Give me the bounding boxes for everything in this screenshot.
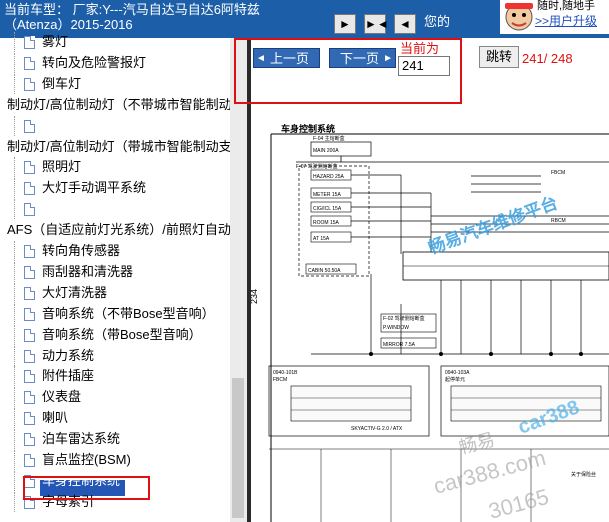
sidebar-item-label: 泊车雷达系统 <box>42 431 121 447</box>
diagram-title: 车身控制系统 <box>281 123 335 134</box>
selection-annotation-box <box>23 476 150 500</box>
tree-connector-line <box>14 178 15 199</box>
upgrade-link[interactable]: >>用户升级 <box>535 12 597 29</box>
header-hint-text: 您的 <box>424 14 451 29</box>
sidebar-item-label: 制动灯/高位制动灯（不带城市智能制动 <box>7 96 232 112</box>
sidebar-item-label: 音响系统（带Bose型音响） <box>42 326 202 342</box>
document-icon <box>24 307 35 321</box>
tree-connector-line <box>14 429 15 450</box>
tree-connector-line <box>14 408 15 429</box>
tree-connector-line <box>14 366 15 387</box>
tree-connector-line <box>14 73 15 94</box>
module-rbcm-label: RBCM <box>551 218 566 224</box>
car-model-line1: 当前车型： 厂家:Y---汽马自达马自达6阿特兹 <box>4 2 260 17</box>
document-icon <box>24 203 35 217</box>
page-count: 241/ 248 <box>522 51 573 66</box>
sidebar-item-label: 雾灯 <box>42 34 69 49</box>
document-icon <box>24 119 35 133</box>
connector-a-id: 0940-101B <box>273 370 298 376</box>
document-icon <box>24 56 35 70</box>
document-icon <box>24 412 35 426</box>
sidebar-item-label: 附件插座 <box>42 368 95 384</box>
document-icon <box>24 328 35 342</box>
sidebar-item-label: 雨刮器和清洗器 <box>42 263 134 279</box>
jump-button[interactable]: 跳转 <box>479 46 519 68</box>
tree-connector-line <box>14 241 15 261</box>
document-icon <box>24 391 35 405</box>
document-icon <box>24 286 35 300</box>
fuse-mirror: MIRROR 7.5A <box>383 342 416 348</box>
split-nav-button[interactable]: ►◄ <box>364 14 389 34</box>
watermark-platform: 畅易汽车维修平台 <box>426 192 561 257</box>
tree-connector-line <box>14 491 15 512</box>
car-model-line2: （Atenza）2015-2016 <box>4 17 133 32</box>
fuse-p-window: P.WINDOW <box>383 325 409 331</box>
sidebar-item-label: 照明灯 <box>42 159 82 175</box>
fuse-f04: F-04 主熔断盒 <box>313 135 345 142</box>
footnote: SKYACTIV-G 2.0 / ATX <box>351 426 403 432</box>
document-icon <box>24 161 35 175</box>
diagram-page-number: 234 <box>251 289 259 304</box>
sidebar-item-label: 音响系统（不带Bose型音响） <box>42 305 215 321</box>
sidebar-item-label: 倒车灯 <box>42 75 82 91</box>
sidebar-item-label: 动力系统 <box>42 347 95 363</box>
connector-b-id: 0940-103A <box>445 370 470 376</box>
tree-connector-line <box>14 115 15 136</box>
document-icon <box>24 36 35 49</box>
watermark-changyi: 畅易 <box>457 429 497 458</box>
watermark-number: 30165 <box>486 484 552 522</box>
sidebar-item-label: 仪表盘 <box>42 389 82 405</box>
module-fbcm-label: FBCM <box>551 170 565 176</box>
fuse-at: AT 15A <box>313 236 330 242</box>
tree-connector-line <box>14 345 15 366</box>
mascot-icon <box>505 3 533 31</box>
tree-connector-line <box>14 450 15 470</box>
document-icon <box>24 245 35 258</box>
sidebar-item-label: 转向及危险警报灯 <box>42 54 147 70</box>
tree-connector-line <box>14 199 15 220</box>
connector-a-label: FBCM <box>273 377 287 383</box>
current-car-model: 当前车型： 厂家:Y---汽马自达马自达6阿特兹 （Atenza）2015-20… <box>4 2 334 32</box>
document-icon <box>24 454 35 467</box>
tree-connector-line <box>14 387 15 408</box>
sidebar-item-label: 大灯清洗器 <box>42 284 108 300</box>
fuse-meter: METER 15A <box>313 192 341 198</box>
sidebar-item-label: 盲点监控(BSM) <box>42 452 131 467</box>
document-icon <box>24 433 35 447</box>
document-icon <box>24 349 35 363</box>
fuse-cig: CIG/ICL 15A <box>313 206 342 212</box>
document-icon <box>24 370 35 384</box>
fuse-f02: F-02 驾驶侧熔断盒 <box>383 315 425 322</box>
forward-nav-button[interactable]: ► <box>334 14 356 34</box>
tree-connector-line <box>14 52 15 73</box>
sidebar-item-label: 转向角传感器 <box>42 243 121 258</box>
fuse-hazard: HAZARD 25A <box>313 174 345 180</box>
fuse-f07: F-07 驾驶侧熔断盒 <box>296 163 338 170</box>
sidebar-item-label: 喇叭 <box>42 410 69 426</box>
wiring-diagram: 车身控制系统 234 MAIN 200A F-04 主熔断盒 F-07 驾驶侧熔… <box>251 123 609 522</box>
navigation-annotation-box <box>234 38 462 104</box>
tree-connector-line <box>14 470 15 491</box>
back-nav-button[interactable]: ◄ <box>394 14 416 34</box>
tree-connector-line <box>14 282 15 303</box>
fuse-cabin: CABIN 50.50A <box>308 268 341 274</box>
fuse-room: ROOM 15A <box>313 220 340 226</box>
document-icon <box>24 77 35 91</box>
fuse-main: MAIN 200A <box>313 148 339 154</box>
tree-connector-line <box>14 157 15 178</box>
sidebar-item-label: 制动灯/高位制动灯（带城市智能制动支 <box>7 138 232 154</box>
document-icon <box>24 265 35 279</box>
tree-connector-line <box>14 32 15 52</box>
tree-connector-line <box>14 303 15 324</box>
connector-b-label: 起停单元 <box>445 376 465 383</box>
scrollbar-thumb[interactable] <box>232 378 244 518</box>
footer-right: 关于保险丝 <box>571 471 596 478</box>
tree-connector-line <box>14 261 15 282</box>
sidebar-item-label: 大灯手动调平系统 <box>42 180 147 196</box>
sidebar-item-label: AFS（自适应前灯光系统）/前照灯自动 <box>7 222 231 238</box>
tree-connector-line <box>14 324 15 345</box>
document-icon <box>24 182 35 196</box>
